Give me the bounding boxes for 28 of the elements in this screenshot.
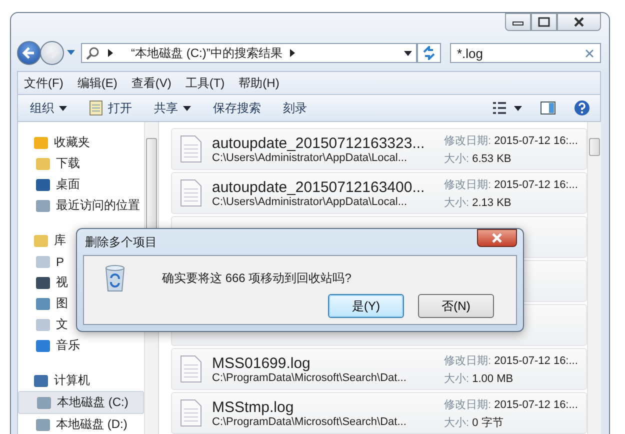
file-path: C:\ProgramData\Microsoft\Search\Dat... bbox=[212, 372, 408, 384]
dialog-title: 删除多个项目 bbox=[85, 234, 157, 250]
size-value: 1.00 MB bbox=[472, 372, 514, 384]
file-name: autoupdate_20150712163400... bbox=[212, 178, 426, 196]
date-value: 2015-07-12 16:... bbox=[494, 354, 578, 366]
size-value: 6.53 KB bbox=[472, 152, 512, 164]
search-text: *.log bbox=[457, 46, 484, 60]
date-label: 修改日期: bbox=[444, 398, 492, 410]
size-label: 大小: bbox=[444, 372, 470, 384]
file-name: autoupdate_20150712163323... bbox=[212, 134, 426, 152]
date-label: 修改日期: bbox=[444, 134, 492, 146]
date-value: 2015-07-12 16:... bbox=[494, 178, 578, 190]
date-value: 2015-07-12 16:... bbox=[494, 398, 578, 410]
date-label: 修改日期: bbox=[444, 354, 492, 366]
file-path: C:\Users\Administrator\AppData\Local... bbox=[212, 152, 408, 164]
file-name: MSStmp.log bbox=[212, 398, 295, 416]
date-label: 修改日期: bbox=[444, 178, 492, 190]
file-name: MSS01699.log bbox=[212, 354, 312, 372]
size-value: 0 字节 bbox=[472, 416, 504, 428]
size-label: 大小: bbox=[444, 416, 470, 428]
size-value: 2.13 KB bbox=[472, 196, 512, 208]
address-path: “本地磁盘 (C:)”中的搜索结果 bbox=[131, 44, 282, 62]
file-path: C:\ProgramData\Microsoft\Search\Dat... bbox=[212, 416, 408, 428]
file-path: C:\Users\Administrator\AppData\Local... bbox=[212, 196, 408, 208]
date-value: 2015-07-12 16:... bbox=[494, 134, 578, 146]
dialog-message: 确实要将这 666 项移动到回收站吗? bbox=[162, 270, 352, 286]
size-label: 大小: bbox=[444, 152, 470, 164]
size-label: 大小: bbox=[444, 196, 470, 208]
